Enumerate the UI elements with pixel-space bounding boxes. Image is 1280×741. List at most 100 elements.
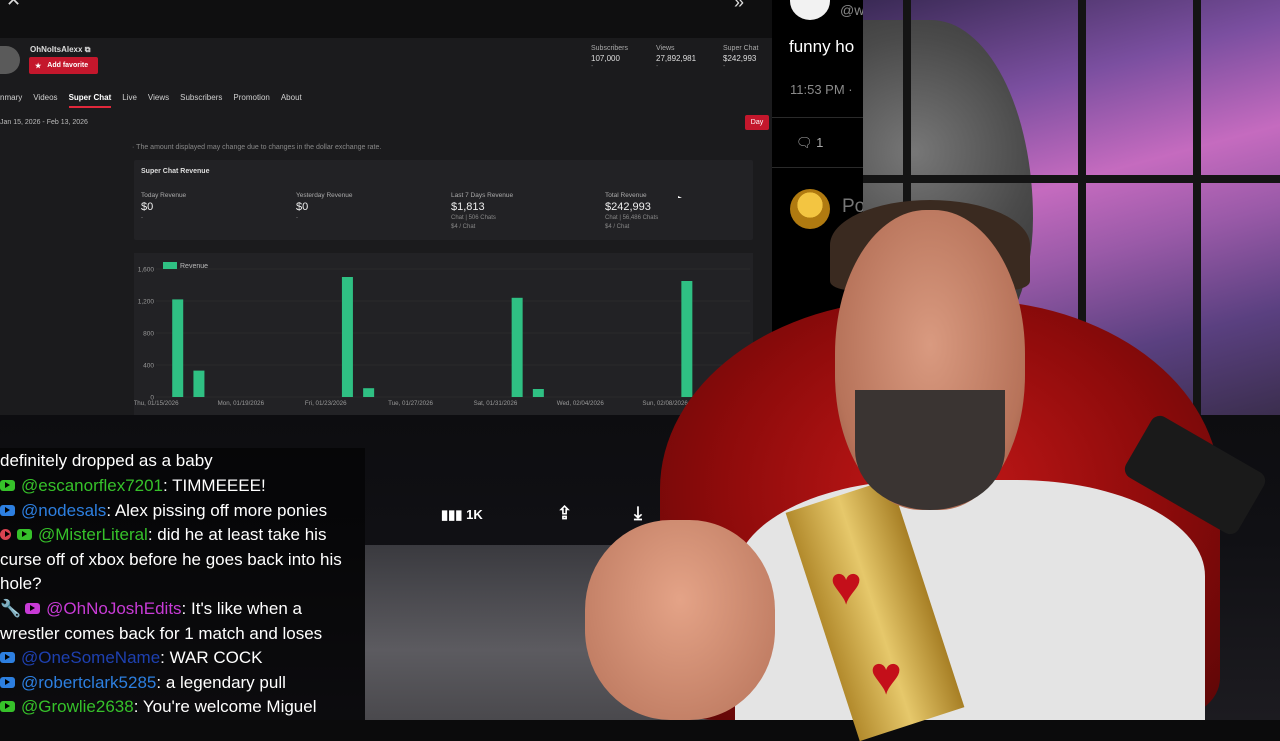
external-link-icon: ⧉ xyxy=(84,45,91,54)
x-tick-label: Tue, 01/27/2026 xyxy=(388,400,433,407)
chat-username[interactable]: @MisterLiteral xyxy=(38,525,148,544)
add-favorite-button[interactable]: ★ Add favorite xyxy=(29,57,98,74)
chart-bar xyxy=(511,297,523,397)
chat-text: : You're welcome Miguel xyxy=(133,697,317,716)
tab-promotion[interactable]: Promotion xyxy=(233,93,269,108)
chat-text: definitely dropped as a baby xyxy=(0,451,213,470)
chat-message: @nodesals: Alex pissing off more ponies xyxy=(0,499,363,524)
chart-bar xyxy=(341,277,353,397)
revenue-today: Today Revenue $0 - xyxy=(141,192,186,223)
youtube-badge-icon xyxy=(17,529,32,540)
revenue-value: $1,813 xyxy=(451,201,485,213)
chat-text: : a legendary pull xyxy=(156,673,286,692)
chat-username[interactable]: @nodesals xyxy=(21,501,106,520)
youtube-badge-icon xyxy=(0,701,15,712)
reply-count: 1 xyxy=(816,135,824,150)
day-button[interactable]: Day xyxy=(745,115,769,130)
legend-label: Revenue xyxy=(180,263,208,270)
chat-message: @escanorflex7201: TIMMEEEE! xyxy=(0,474,363,499)
divider xyxy=(772,167,867,168)
chat-username[interactable]: @OneSomeName xyxy=(21,648,160,667)
revenue-bar-chart: 1,6001,2008004000 Thu, 01/15/2026 Mon, 01… xyxy=(133,262,750,407)
heart-icon: ♥ xyxy=(830,556,863,616)
stat-value: 27,892,981 xyxy=(656,54,697,63)
stat-label: Super Chat xyxy=(723,45,759,52)
person-beard xyxy=(855,390,1005,510)
revenue-chart-card: 1,600 1,200 800 400 0 Thu, 01/15/2026 Mon, 01… xyxy=(133,253,753,415)
stat-delta: - xyxy=(591,63,594,70)
chat-message: @Growlie2638: You're welcome Miguel xyxy=(0,695,363,720)
revenue-label: Last 7 Days Revenue xyxy=(451,192,514,199)
browser-top-bar: ✕ » xyxy=(0,0,772,38)
revenue-label: Today Revenue xyxy=(141,192,187,199)
youtube-badge-icon xyxy=(0,677,15,688)
revenue-value: $0 xyxy=(296,201,309,213)
chat-username[interactable]: @OhNoJoshEdits xyxy=(46,599,181,618)
exchange-note-text: The amount displayed may change due to c… xyxy=(136,144,382,151)
revenue-value: $0 xyxy=(141,201,154,213)
stat-value: $242,993 xyxy=(723,54,757,63)
chat-message: @robertclark5285: a legendary pull xyxy=(0,671,363,696)
person-hand xyxy=(585,520,775,720)
chat-text: : Alex pissing off more ponies xyxy=(106,501,328,520)
mod-badge-icon xyxy=(0,529,11,540)
revenue-value: $242,993 xyxy=(605,201,651,213)
share-icon[interactable]: ⇪ xyxy=(557,503,572,524)
revenue-total: Total Revenue $242,993 Chat | 56,486 Cha… xyxy=(605,192,658,232)
reply-button[interactable]: 🗨 1 xyxy=(796,135,823,151)
chat-message: @OneSomeName: WAR COCK xyxy=(0,646,363,671)
stat-delta: - xyxy=(723,63,726,70)
chevron-right-icon[interactable]: » xyxy=(734,0,744,13)
exchange-note: · The amount displayed may change due to… xyxy=(132,144,381,151)
chat-text: : TIMMEEEE! xyxy=(163,476,266,495)
chat-username[interactable]: @escanorflex7201 xyxy=(21,476,163,495)
chat-username[interactable]: @Growlie2638 xyxy=(21,697,134,716)
tab-views[interactable]: Views xyxy=(148,93,169,108)
y-tick-label: 400 xyxy=(143,363,154,370)
chat-message: 🔧 @OhNoJoshEdits: It's like when a wrestl… xyxy=(0,597,363,646)
youtube-badge-icon xyxy=(0,505,15,516)
info-icon: · xyxy=(132,144,135,151)
chat-username[interactable]: @robertclark5285 xyxy=(21,673,156,692)
chat-overlay: definitely dropped as a baby @escanorfle… xyxy=(0,448,365,720)
tab-videos[interactable]: Videos xyxy=(33,93,57,108)
dashboard-tabs: nmary Videos Super Chat Live Views Subsc… xyxy=(0,93,302,108)
dashboard-panel: ✕ » OhNoItsAlexx ⧉ ★ Add favorite Subscr… xyxy=(0,0,772,415)
stats-button[interactable]: ▮▮▮ 1K xyxy=(441,507,483,523)
revenue-7days: Last 7 Days Revenue $1,813 Chat | 506 Ch… xyxy=(451,192,513,232)
download-icon[interactable]: ⤓ xyxy=(634,503,642,524)
y-tick-label: 1,200 xyxy=(138,299,155,306)
tab-subscribers[interactable]: Subscribers xyxy=(180,93,222,108)
chart-bar xyxy=(681,281,693,397)
avatar[interactable] xyxy=(790,189,830,229)
revenue-title: Super Chat Revenue xyxy=(141,168,210,175)
y-tick-label: 1,600 xyxy=(138,267,155,274)
window-mullion xyxy=(863,175,1280,183)
tab-summary[interactable]: nmary xyxy=(0,93,22,108)
youtube-badge-icon xyxy=(0,480,15,491)
date-range[interactable]: Jan 15, 2026 - Feb 13, 2026 xyxy=(0,119,88,126)
tweet-handle[interactable]: @w xyxy=(840,2,864,18)
tweet-time[interactable]: 11:53 PM · xyxy=(790,82,853,97)
chart-bar xyxy=(532,389,544,397)
x-tick-label: Sat, 01/31/2026 xyxy=(474,400,518,407)
revenue-yesterday: Yesterday Revenue $0 - xyxy=(296,192,353,223)
youtube-badge-icon xyxy=(25,603,41,614)
close-icon[interactable]: ✕ xyxy=(6,0,21,11)
chart-bar xyxy=(193,370,205,397)
channel-name[interactable]: OhNoItsAlexx ⧉ xyxy=(30,45,90,55)
x-tick-label: Mon, 01/19/2026 xyxy=(218,400,265,407)
tab-about[interactable]: About xyxy=(281,93,302,108)
avatar[interactable] xyxy=(790,0,830,20)
revenue-sub: - xyxy=(296,215,298,221)
tab-super-chat[interactable]: Super Chat xyxy=(68,93,112,108)
chart-bar xyxy=(363,388,375,397)
revenue-label: Total Revenue xyxy=(605,192,647,199)
chat-text: : WAR COCK xyxy=(160,648,263,667)
x-tick-label: Fri, 01/23/2026 xyxy=(305,400,347,407)
revenue-card: Super Chat Revenue Today Revenue $0 - Ye… xyxy=(134,160,753,240)
legend-swatch xyxy=(163,262,177,269)
tab-live[interactable]: Live xyxy=(122,93,137,108)
mouse-cursor-icon xyxy=(678,196,682,198)
views-count: 1K xyxy=(466,507,483,522)
